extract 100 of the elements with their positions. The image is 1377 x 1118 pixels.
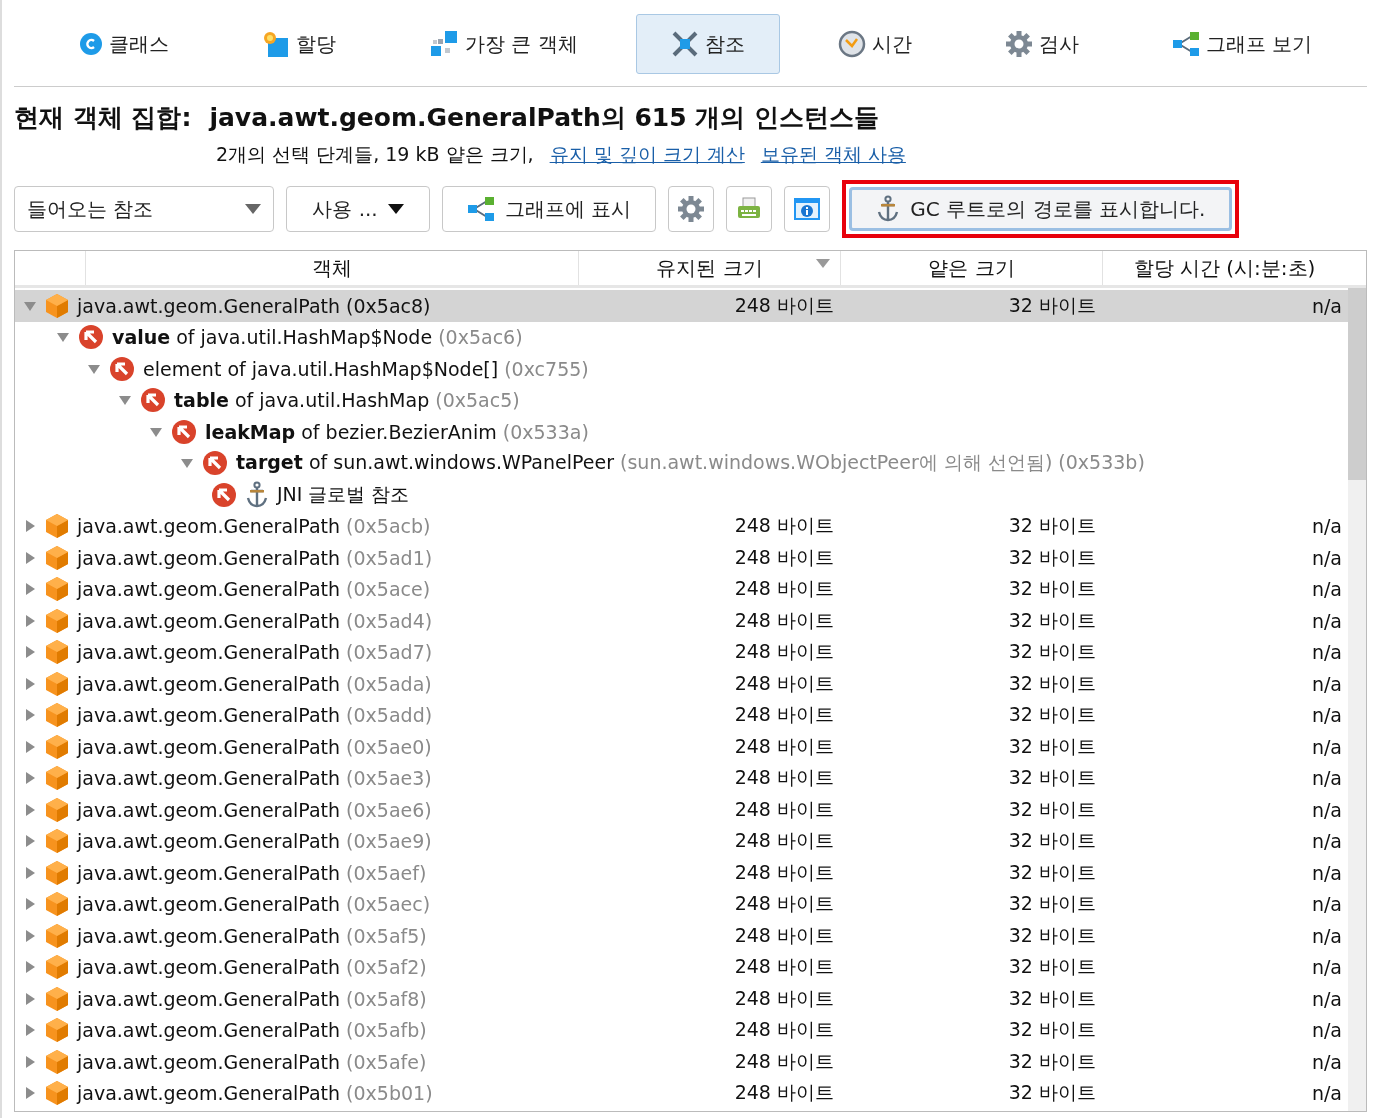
allocation-time: n/a [1310,767,1343,790]
view-tab[interactable]: 참조 [635,14,780,74]
gear-icon [1004,30,1033,58]
shallow-size: 32 바이트 [1007,765,1097,791]
cube-icon [45,733,69,760]
object-row[interactable]: java.awt.geom.GeneralPath (0x5af5) 248 바이트 32 바이트 n/a [15,920,1348,952]
object-name: java.awt.geom.GeneralPath (0x5ac8) [77,294,431,317]
object-row[interactable]: java.awt.geom.GeneralPath (0x5ada) 248 바이트 32 바이트 n/a [15,668,1348,700]
expand-arrow[interactable] [23,928,37,943]
clock-icon [837,30,866,58]
expand-arrow[interactable] [23,802,37,817]
cube-icon [45,702,69,729]
vertical-scrollbar[interactable] [1348,288,1366,1111]
expand-arrow[interactable] [23,991,37,1006]
summary-link[interactable]: 유지 및 깊이 크기 계산 [549,142,745,168]
expand-arrow[interactable] [23,771,37,786]
column-header[interactable]: 객체 [85,251,578,285]
retained-size: 248 바이트 [733,639,835,665]
object-row[interactable]: java.awt.geom.GeneralPath (0x5ae9) 248 바이트 32 바이트 n/a [15,825,1348,857]
cube-icon [45,639,69,666]
expand-arrow[interactable] [23,960,37,975]
object-row[interactable]: java.awt.geom.GeneralPath (0x5ae6) 248 바이트 32 바이트 n/a [15,794,1348,826]
retained-size: 248 바이트 [733,954,835,980]
allocation-time: n/a [1310,987,1343,1010]
object-row[interactable]: java.awt.geom.GeneralPath (0x5af2) 248 바이트 32 바이트 n/a [15,951,1348,983]
show-paths-to-gc-root-button[interactable]: GC 루트로의 경로를 표시합니다. [849,187,1233,231]
object-row[interactable]: java.awt.geom.GeneralPath (0x5acb) 248 바이트 32 바이트 n/a [15,510,1348,542]
cube-icon [45,922,69,949]
object-row[interactable]: java.awt.geom.GeneralPath (0x5afb) 248 바이트 32 바이트 n/a [15,1014,1348,1046]
retained-size: 248 바이트 [733,922,835,948]
retained-size: 248 바이트 [733,292,835,318]
info-button[interactable] [784,186,831,232]
object-row[interactable]: java.awt.geom.GeneralPath (0x5ad7) 248 바이트 32 바이트 n/a [15,636,1348,668]
object-row[interactable]: java.awt.geom.GeneralPath (0x5afe) 248 바이트 32 바이트 n/a [15,1046,1348,1078]
expand-arrow[interactable] [23,1023,37,1038]
cube-icon [45,891,69,918]
blocks-icon [428,30,459,58]
object-name: java.awt.geom.GeneralPath (0x5ae0) [77,735,432,758]
view-tab[interactable]: 할당 [227,14,371,74]
shallow-size: 32 바이트 [1007,702,1097,728]
expand-arrow[interactable] [23,519,37,534]
object-row[interactable]: java.awt.geom.GeneralPath (0x5ad4) 248 바이트 32 바이트 n/a [15,605,1348,637]
shallow-size: 32 바이트 [1007,513,1097,539]
reference-label: leakMap of bezier.BezierAnim (0x533a) [205,420,589,443]
object-name: java.awt.geom.GeneralPath (0x5ada) [77,672,432,695]
view-tab[interactable]: 그래프 보기 [1136,14,1347,74]
settings-button[interactable] [668,186,715,232]
retained-size: 248 바이트 [733,513,835,539]
object-row[interactable]: java.awt.geom.GeneralPath (0x5b01) 248 바이트 32 바이트 n/a [15,1077,1348,1109]
shallow-size: 32 바이트 [1007,985,1097,1011]
object-name: java.awt.geom.GeneralPath (0x5ad1) [77,546,433,569]
object-name: java.awt.geom.GeneralPath (0x5afb) [77,1019,427,1042]
column-header[interactable]: 유지된 크기 [578,251,840,285]
object-row[interactable]: java.awt.geom.GeneralPath (0x5ad1) 248 바이트 32 바이트 n/a [15,542,1348,574]
anchor-icon [245,480,269,509]
expand-arrow[interactable] [23,739,37,754]
cube-icon [45,513,69,540]
show-in-graph-button[interactable]: 그래프에 표시 [442,186,657,232]
expand-arrow[interactable] [23,645,37,660]
view-dropdown[interactable]: 들어오는 참조 [14,186,274,232]
expand-arrow[interactable] [23,834,37,849]
expand-arrow[interactable] [23,613,37,628]
shallow-size: 32 바이트 [1007,544,1097,570]
use-menu-button[interactable]: 사용 ... [286,186,430,232]
view-tab[interactable]: 시간 [802,14,947,74]
object-row[interactable]: java.awt.geom.GeneralPath (0x5ace) 248 바이트 32 바이트 n/a [15,573,1348,605]
summary-link[interactable]: 보유된 객체 사용 [760,142,906,168]
view-tab[interactable]: 가장 큰 객체 [393,14,613,74]
shallow-size: 32 바이트 [1007,859,1097,885]
column-header[interactable]: 얕은 크기 [840,251,1102,285]
expand-arrow[interactable] [23,582,37,597]
cube-icon [45,1017,69,1044]
expand-arrow[interactable] [23,1054,37,1069]
allocation-time: n/a [1310,294,1343,317]
print-button[interactable] [726,186,773,232]
object-row[interactable]: java.awt.geom.GeneralPath (0x5aef) 248 바이트 32 바이트 n/a [15,857,1348,889]
expand-arrow[interactable] [23,550,37,565]
view-tab[interactable]: 클래스 [44,14,204,74]
expand-arrow[interactable] [23,708,37,723]
shallow-size: 32 바이트 [1007,796,1097,822]
expand-arrow[interactable] [23,897,37,912]
cube-icon [45,954,69,981]
object-row[interactable]: java.awt.geom.GeneralPath (0x5ae3) 248 바이트 32 바이트 n/a [15,762,1348,794]
object-row[interactable]: java.awt.geom.GeneralPath (0x5ac8) 248 바이트 32 바이트 n/a [15,290,1348,322]
column-header[interactable]: 할당 시간 (시:분:초) [1102,251,1346,285]
allocation-time: n/a [1310,924,1343,947]
object-row[interactable]: java.awt.geom.GeneralPath (0x5add) 248 바이트 32 바이트 n/a [15,699,1348,731]
allocation-time: n/a [1310,515,1343,538]
object-row[interactable]: java.awt.geom.GeneralPath (0x5aec) 248 바이트 32 바이트 n/a [15,888,1348,920]
object-row[interactable]: java.awt.geom.GeneralPath (0x5ae0) 248 바이트 32 바이트 n/a [15,731,1348,763]
expand-arrow[interactable] [23,1086,37,1101]
shallow-size: 32 바이트 [1007,576,1097,602]
expand-arrow[interactable] [23,676,37,691]
expand-arrow[interactable] [23,865,37,880]
view-tab[interactable]: 검사 [969,14,1114,74]
allocation-time: n/a [1310,735,1343,758]
allocation-time: n/a [1310,704,1343,727]
object-row[interactable]: java.awt.geom.GeneralPath (0x5af8) 248 바이트 32 바이트 n/a [15,983,1348,1015]
cube-icon [45,292,69,319]
scrollbar-thumb[interactable] [1348,288,1366,480]
